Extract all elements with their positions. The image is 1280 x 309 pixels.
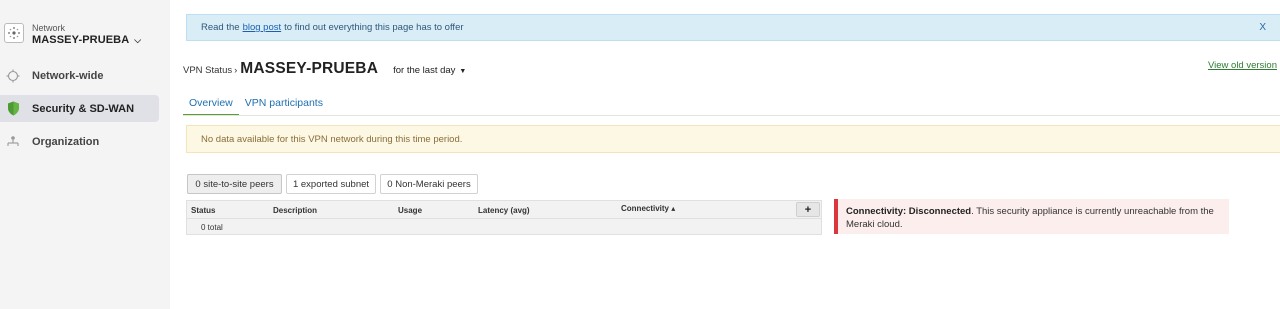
close-banner-button[interactable]: X (1259, 22, 1266, 33)
blog-post-link[interactable]: blog post (243, 22, 282, 33)
add-column-button[interactable]: + (796, 202, 820, 217)
tab-vpn-participants[interactable]: VPN participants (239, 94, 329, 116)
organization-icon (5, 134, 21, 150)
network-selector[interactable]: Network MASSEY-PRUEBA ⌵ (4, 22, 164, 50)
view-old-version-link[interactable]: View old version (1208, 60, 1277, 71)
info-banner: Read the blog post to find out everythin… (186, 14, 1280, 41)
sidebar-item-network-wide[interactable]: Network-wide (0, 62, 159, 89)
time-period-label: for the last day (393, 65, 456, 76)
shield-icon (5, 101, 21, 117)
sidebar-item-security-sd-wan[interactable]: Security & SD-WAN (0, 95, 159, 122)
network-icon (4, 23, 24, 43)
sidebar-item-label: Organization (32, 135, 100, 148)
column-header-usage[interactable]: Usage (398, 206, 422, 215)
sidebar: Network MASSEY-PRUEBA ⌵ Network-wide Secu… (0, 0, 170, 309)
no-data-warning: No data available for this VPN network d… (186, 125, 1280, 153)
tab-overview[interactable]: Overview (183, 94, 239, 116)
page-header: VPN Status › MASSEY-PRUEBA for the last … (183, 60, 466, 80)
tab-bar: Overview VPN participants (183, 94, 329, 116)
column-header-latency[interactable]: Latency (avg) (478, 206, 530, 215)
breadcrumb-separator: › (234, 65, 238, 76)
caret-down-icon: ▼ (457, 68, 467, 75)
alert-title: Connectivity: Disconnected (846, 206, 972, 217)
peers-table: Status Description Usage Latency (avg) C… (186, 200, 822, 235)
chevron-down-icon: ⌵ (134, 35, 142, 45)
banner-text-before: Read the (201, 22, 240, 33)
sidebar-item-label: Network-wide (32, 69, 104, 82)
table-total: 0 total (201, 223, 223, 232)
column-header-connectivity-label: Connectivity (621, 204, 670, 213)
table-header: Status Description Usage Latency (avg) C… (187, 201, 821, 219)
time-period-dropdown[interactable]: for the last day ▼ (393, 65, 466, 76)
page-title: MASSEY-PRUEBA (240, 60, 379, 77)
column-header-description[interactable]: Description (273, 206, 317, 215)
sidebar-item-organization[interactable]: Organization (0, 128, 159, 155)
network-name[interactable]: MASSEY-PRUEBA ⌵ (32, 34, 141, 47)
filter-site-to-site-peers[interactable]: 0 site-to-site peers (187, 174, 282, 194)
column-header-connectivity[interactable]: Connectivity ▴ (621, 204, 675, 213)
filter-exported-subnet[interactable]: 1 exported subnet (286, 174, 376, 194)
network-caption: Network (32, 23, 66, 33)
network-wide-icon (5, 68, 21, 84)
network-name-label: MASSEY-PRUEBA (32, 34, 130, 46)
tabs-divider (183, 115, 1280, 116)
connectivity-alert: Connectivity: Disconnected. This securit… (834, 199, 1229, 234)
sort-asc-icon: ▴ (671, 204, 676, 213)
breadcrumb-vpn-status[interactable]: VPN Status (183, 65, 232, 76)
filter-non-meraki-peers[interactable]: 0 Non-Meraki peers (380, 174, 478, 194)
sidebar-item-label: Security & SD-WAN (32, 102, 135, 115)
column-header-status[interactable]: Status (191, 206, 215, 215)
banner-text-after: to find out everything this page has to … (284, 22, 464, 33)
